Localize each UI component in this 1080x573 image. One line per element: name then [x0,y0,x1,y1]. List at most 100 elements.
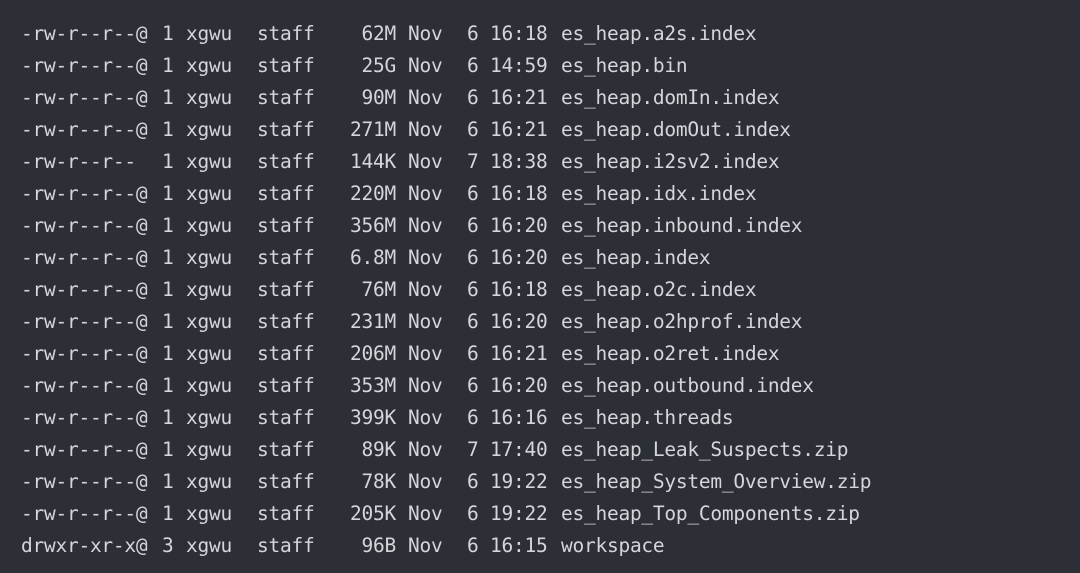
mod-time: 16:15 [490,534,548,557]
file-size: 96B [361,534,397,557]
group: staff [257,214,315,237]
mod-time: 17:40 [490,438,548,461]
mod-time: 16:21 [490,86,548,109]
link-count: 1 [162,406,174,429]
file-size: 25G [361,54,397,77]
listing-row: -rw-r--r-- 1 xgwu staff 144K Nov 7 18:38… [0,146,1080,178]
group: staff [257,534,315,557]
owner: xgwu [186,310,232,333]
file-name: es_heap.bin [561,54,688,77]
permissions: -rw-r--r--@ [21,214,148,237]
mod-month: Nov [408,54,443,77]
permissions: -rw-r--r--@ [21,342,148,365]
mod-month: Nov [408,534,443,557]
link-count: 3 [162,534,174,557]
link-count: 1 [162,54,174,77]
listing-row: -rw-r--r--@ 1 xgwu staff 271M Nov 6 16:2… [0,114,1080,146]
permissions: -rw-r--r--@ [21,118,148,141]
mod-month: Nov [408,118,443,141]
mod-day: 7 [467,150,479,173]
listing-row: -rw-r--r--@ 1 xgwu staff 78K Nov 6 19:22… [0,466,1080,498]
mod-time: 16:21 [490,342,548,365]
mod-time: 16:18 [490,22,548,45]
mod-month: Nov [408,310,443,333]
owner: xgwu [186,278,232,301]
listing-row: -rw-r--r--@ 1 xgwu staff 62M Nov 6 16:18… [0,18,1080,50]
permissions: -rw-r--r--@ [21,182,148,205]
owner: xgwu [186,534,232,557]
listing-row: -rw-r--r--@ 1 xgwu staff 220M Nov 6 16:1… [0,178,1080,210]
mod-day: 6 [467,502,479,525]
link-count: 1 [162,342,174,365]
group: staff [257,54,315,77]
mod-time: 16:18 [490,182,548,205]
file-size: 205K [350,502,396,525]
mod-month: Nov [408,502,443,525]
file-name: es_heap.domOut.index [561,118,791,141]
group: staff [257,310,315,333]
mod-time: 19:22 [490,470,548,493]
mod-time: 16:16 [490,406,548,429]
permissions: -rw-r--r--@ [21,502,148,525]
group: staff [257,502,315,525]
file-name: es_heap_System_Overview.zip [561,470,872,493]
file-name: es_heap.o2c.index [561,278,757,301]
mod-time: 16:18 [490,278,548,301]
group: staff [257,182,315,205]
group: staff [257,342,315,365]
listing-row: -rw-r--r--@ 1 xgwu staff 353M Nov 6 16:2… [0,370,1080,402]
file-name: es_heap.a2s.index [561,22,757,45]
permissions: -rw-r--r--@ [21,278,148,301]
file-name: es_heap_Top_Components.zip [561,502,860,525]
group: staff [257,438,315,461]
listing-row: -rw-r--r--@ 1 xgwu staff 399K Nov 6 16:1… [0,402,1080,434]
mod-time: 16:20 [490,246,548,269]
permissions: -rw-r--r--@ [21,22,148,45]
mod-time: 16:20 [490,214,548,237]
listing-row: -rw-r--r--@ 1 xgwu staff 89K Nov 7 17:40… [0,434,1080,466]
mod-month: Nov [408,470,443,493]
listing-row: -rw-r--r--@ 1 xgwu staff 356M Nov 6 16:2… [0,210,1080,242]
mod-month: Nov [408,406,443,429]
permissions: -rw-r--r--@ [21,246,148,269]
file-size: 144K [350,150,396,173]
link-count: 1 [162,22,174,45]
mod-day: 6 [467,342,479,365]
group: staff [257,22,315,45]
owner: xgwu [186,150,232,173]
link-count: 1 [162,470,174,493]
file-name: workspace [561,534,665,557]
group: staff [257,278,315,301]
file-size: 90M [361,86,397,109]
owner: xgwu [186,502,232,525]
file-size: 6.8M [350,246,396,269]
link-count: 1 [162,310,174,333]
permissions: -rw-r--r--@ [21,310,148,333]
link-count: 1 [162,150,174,173]
group: staff [257,86,315,109]
owner: xgwu [186,470,232,493]
file-size: 399K [350,406,396,429]
mod-day: 6 [467,534,479,557]
owner: xgwu [186,214,232,237]
file-size: 76M [361,278,397,301]
mod-day: 6 [467,470,479,493]
mod-time: 19:22 [490,502,548,525]
file-size: 206M [350,342,396,365]
link-count: 1 [162,86,174,109]
mod-month: Nov [408,182,443,205]
mod-month: Nov [408,438,443,461]
link-count: 1 [162,182,174,205]
file-name: es_heap.domIn.index [561,86,780,109]
listing-row: -rw-r--r--@ 1 xgwu staff 231M Nov 6 16:2… [0,306,1080,338]
owner: xgwu [186,246,232,269]
mod-month: Nov [408,86,443,109]
permissions: -rw-r--r--@ [21,438,148,461]
mod-day: 6 [467,310,479,333]
link-count: 1 [162,246,174,269]
link-count: 1 [162,118,174,141]
file-name: es_heap_Leak_Suspects.zip [561,438,849,461]
mod-day: 6 [467,214,479,237]
mod-day: 6 [467,246,479,269]
mod-day: 6 [467,374,479,397]
